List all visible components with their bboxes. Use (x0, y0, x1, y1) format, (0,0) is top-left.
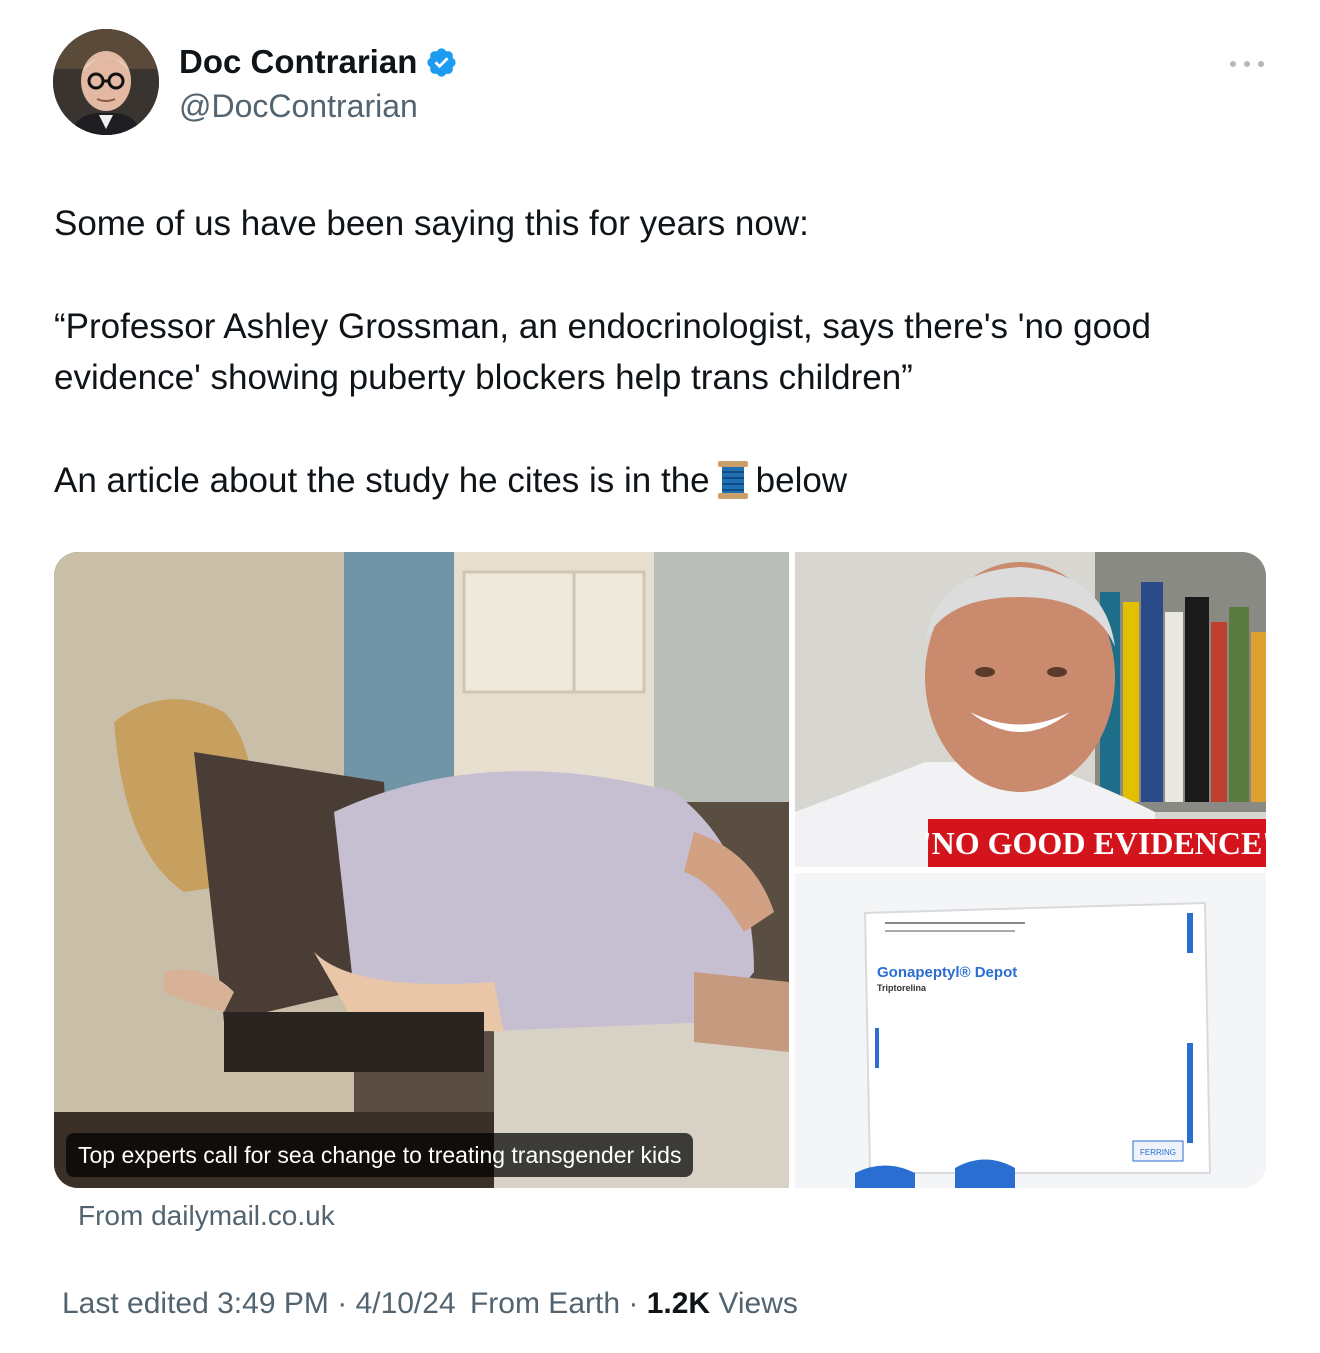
meta-separator-1: · (337, 1287, 348, 1320)
card-source[interactable]: From dailymail.co.uk (78, 1196, 335, 1236)
spool-of-thread-icon (717, 461, 748, 499)
meta-separator-2: · (628, 1287, 639, 1320)
views-label: Views (718, 1287, 798, 1320)
tweet-line-3-after: below (755, 461, 848, 500)
views-count: 1.2K (646, 1287, 711, 1320)
tweet-date[interactable]: 4/10/24 (356, 1287, 456, 1320)
card-photo-professor: 'NO GOOD EVIDENCE' (795, 552, 1266, 867)
tweet-line-3: An article about the study he cites is i… (54, 455, 1284, 506)
tweet-line-1: Some of us have been saying this for yea… (54, 204, 809, 243)
medication-box-illustration: Gonapeptyl® Depot Triptorelina FERRING (795, 873, 1266, 1188)
tweet-time[interactable]: 3:49 PM (217, 1287, 329, 1320)
author-handle[interactable]: @DocContrarian (179, 84, 418, 128)
tweet-location: From Earth (469, 1287, 621, 1320)
avatar-portrait (53, 29, 159, 135)
avatar[interactable] (53, 29, 159, 135)
bathroom-photo-illustration (54, 552, 789, 1188)
card-photo-bathroom (54, 552, 789, 1188)
medication-subtitle: Triptorelina (877, 983, 927, 993)
professor-portrait: 'NO GOOD EVIDENCE' (795, 552, 1266, 867)
edited-label[interactable]: Last edited (62, 1287, 209, 1320)
medication-brand: FERRING (1140, 1148, 1176, 1157)
no-good-evidence-banner: 'NO GOOD EVIDENCE' (923, 825, 1266, 861)
tweet-quote-line-1: “Professor Ashley Grossman, an endocrino… (54, 307, 1151, 346)
tweet-meta: Last edited 3:49 PM · 4/10/24 From Earth… (62, 1282, 798, 1326)
author-name[interactable]: Doc Contrarian (179, 40, 458, 84)
more-options-icon[interactable] (1230, 52, 1264, 76)
medication-product-name: Gonapeptyl® Depot (877, 964, 1017, 981)
author-name-text[interactable]: Doc Contrarian (179, 40, 417, 84)
tweet-text: Some of us have been saying this for yea… (54, 198, 1284, 506)
verified-badge-icon (427, 47, 456, 77)
card-photo-medication-box: Gonapeptyl® Depot Triptorelina FERRING (795, 873, 1266, 1188)
link-card[interactable]: 'NO GOOD EVIDENCE' Gonapeptyl® Depot Tri… (54, 552, 1266, 1188)
card-title[interactable]: Top experts call for sea change to treat… (66, 1133, 694, 1177)
tweet-quote-line-2: evidence' showing puberty blockers help … (54, 358, 913, 397)
tweet-line-3-before: An article about the study he cites is i… (54, 461, 710, 500)
